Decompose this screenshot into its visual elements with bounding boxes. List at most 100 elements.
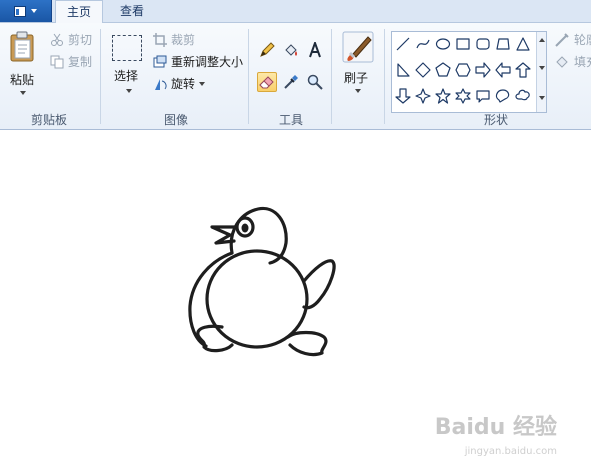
group-label-tools: 工具 <box>278 113 303 127</box>
pencil-tool[interactable] <box>257 40 277 60</box>
four-point-star-shape-button[interactable] <box>414 87 432 105</box>
eraser-tool[interactable] <box>257 72 277 92</box>
pentagon-icon <box>435 62 451 77</box>
down-arrow-icon <box>395 88 411 104</box>
scroll-up-icon[interactable] <box>539 38 545 42</box>
penguin-right-foot <box>286 330 328 357</box>
triangle-shape-button[interactable] <box>514 35 532 53</box>
cut-button[interactable]: 剪切 <box>50 31 92 48</box>
paste-button[interactable]: 粘贴 <box>6 29 40 101</box>
resize-button[interactable]: 重新调整大小 <box>153 53 243 70</box>
up-arrow-icon <box>515 62 531 78</box>
magnifier-tool[interactable] <box>305 72 325 92</box>
color-picker-tool[interactable] <box>281 72 301 92</box>
crop-label: 裁剪 <box>171 33 196 47</box>
resize-label: 重新调整大小 <box>171 55 244 69</box>
oval-shape-button[interactable] <box>434 35 452 53</box>
hexagon-icon <box>455 63 471 77</box>
group-separator <box>384 29 385 124</box>
oval-callout-shape-button[interactable] <box>494 87 512 105</box>
curve-icon <box>416 39 430 49</box>
crop-icon <box>153 32 167 47</box>
rectangle-shape-button[interactable] <box>454 35 472 53</box>
resize-icon <box>153 55 167 67</box>
watermark-url: jingyan.baidu.com <box>464 446 557 457</box>
chevron-down-icon <box>31 9 37 13</box>
fill-tool[interactable] <box>281 40 301 60</box>
triangle-icon <box>516 37 530 51</box>
six-point-star-icon <box>455 88 471 104</box>
brushes-button[interactable]: 刷子 <box>338 29 378 101</box>
select-button[interactable]: 选择 <box>108 31 148 101</box>
group-label-shapes: 形状 <box>483 113 508 127</box>
group-separator <box>331 29 332 124</box>
down-arrow-shape-button[interactable] <box>394 87 412 105</box>
gallery-expand-icon[interactable] <box>539 96 545 100</box>
rectangular-callout-icon <box>476 90 490 103</box>
scissors-icon <box>51 33 63 46</box>
rotate-dropdown-icon <box>199 81 206 86</box>
curve-shape-button[interactable] <box>414 35 432 53</box>
four-point-star-icon <box>415 88 431 104</box>
tab-home[interactable]: 主页 <box>55 0 103 24</box>
selection-icon <box>112 35 142 61</box>
copy-button[interactable]: 复制 <box>50 53 92 70</box>
gallery-scrollbar[interactable] <box>536 32 546 112</box>
clipboard-icon <box>10 31 34 62</box>
up-arrow-shape-button[interactable] <box>514 61 532 79</box>
cut-label: 剪切 <box>68 33 93 47</box>
rotate-button[interactable]: 旋转 <box>153 75 206 92</box>
six-point-star-shape-button[interactable] <box>454 87 472 105</box>
penguin-body <box>205 249 309 349</box>
watermark-brand: Baidu 经验 <box>434 415 557 440</box>
five-point-star-icon <box>435 88 451 104</box>
magnifier-icon <box>307 74 323 90</box>
scroll-down-icon[interactable] <box>539 66 545 70</box>
penguin-drawing <box>188 206 336 357</box>
cloud-callout-shape-button[interactable] <box>514 87 532 105</box>
oval-callout-icon <box>495 89 510 103</box>
tab-view[interactable]: 查看 <box>108 0 156 23</box>
diamond-icon <box>415 62 431 78</box>
document-icon <box>14 5 26 17</box>
outline-button[interactable]: 轮廓 <box>554 31 591 48</box>
line-icon <box>396 37 410 51</box>
polygon-icon <box>496 38 510 50</box>
copy-icon <box>50 55 64 68</box>
drawing-workspace: Baidu 经验 jingyan.baidu.com <box>0 131 591 465</box>
eraser-icon <box>259 76 274 89</box>
penguin-left-wing <box>188 251 234 348</box>
hexagon-shape-button[interactable] <box>454 61 472 79</box>
diamond-shape-button[interactable] <box>414 61 432 79</box>
right-triangle-shape-button[interactable] <box>394 61 412 79</box>
text-tool[interactable] <box>305 40 325 60</box>
rounded-rectangle-icon <box>476 38 490 50</box>
pentagon-shape-button[interactable] <box>434 61 452 79</box>
outline-label: 轮廓 <box>574 33 591 47</box>
paste-dropdown-icon <box>20 91 26 95</box>
brush-icon <box>342 31 374 63</box>
rotate-label: 旋转 <box>171 77 196 91</box>
paste-label: 粘贴 <box>10 73 35 87</box>
color-picker-icon <box>284 75 298 89</box>
group-label-clipboard: 剪贴板 <box>30 113 67 127</box>
fill-icon <box>285 44 297 56</box>
group-label-image: 图像 <box>163 113 188 127</box>
polygon-shape-button[interactable] <box>494 35 512 53</box>
penguin-eye-pupil <box>241 223 249 233</box>
rectangle-icon <box>456 38 470 50</box>
fill-button[interactable]: 填充 <box>554 53 591 70</box>
paint-menu-button[interactable] <box>0 0 52 22</box>
crop-button[interactable]: 裁剪 <box>153 31 195 48</box>
ribbon: 粘贴 剪切 复制 剪贴板 选择 裁剪 重新调整大小 旋转 图像 工具 刷子 轮 … <box>0 23 591 130</box>
rounded-rectangle-shape-button[interactable] <box>474 35 492 53</box>
select-label: 选择 <box>114 69 139 83</box>
rectangular-callout-shape-button[interactable] <box>474 87 492 105</box>
right-arrow-shape-button[interactable] <box>474 61 492 79</box>
five-point-star-shape-button[interactable] <box>434 87 452 105</box>
oval-icon <box>435 38 451 50</box>
brushes-label: 刷子 <box>344 71 369 85</box>
line-shape-button[interactable] <box>394 35 412 53</box>
left-arrow-shape-button[interactable] <box>494 61 512 79</box>
copy-label: 复制 <box>68 55 93 69</box>
